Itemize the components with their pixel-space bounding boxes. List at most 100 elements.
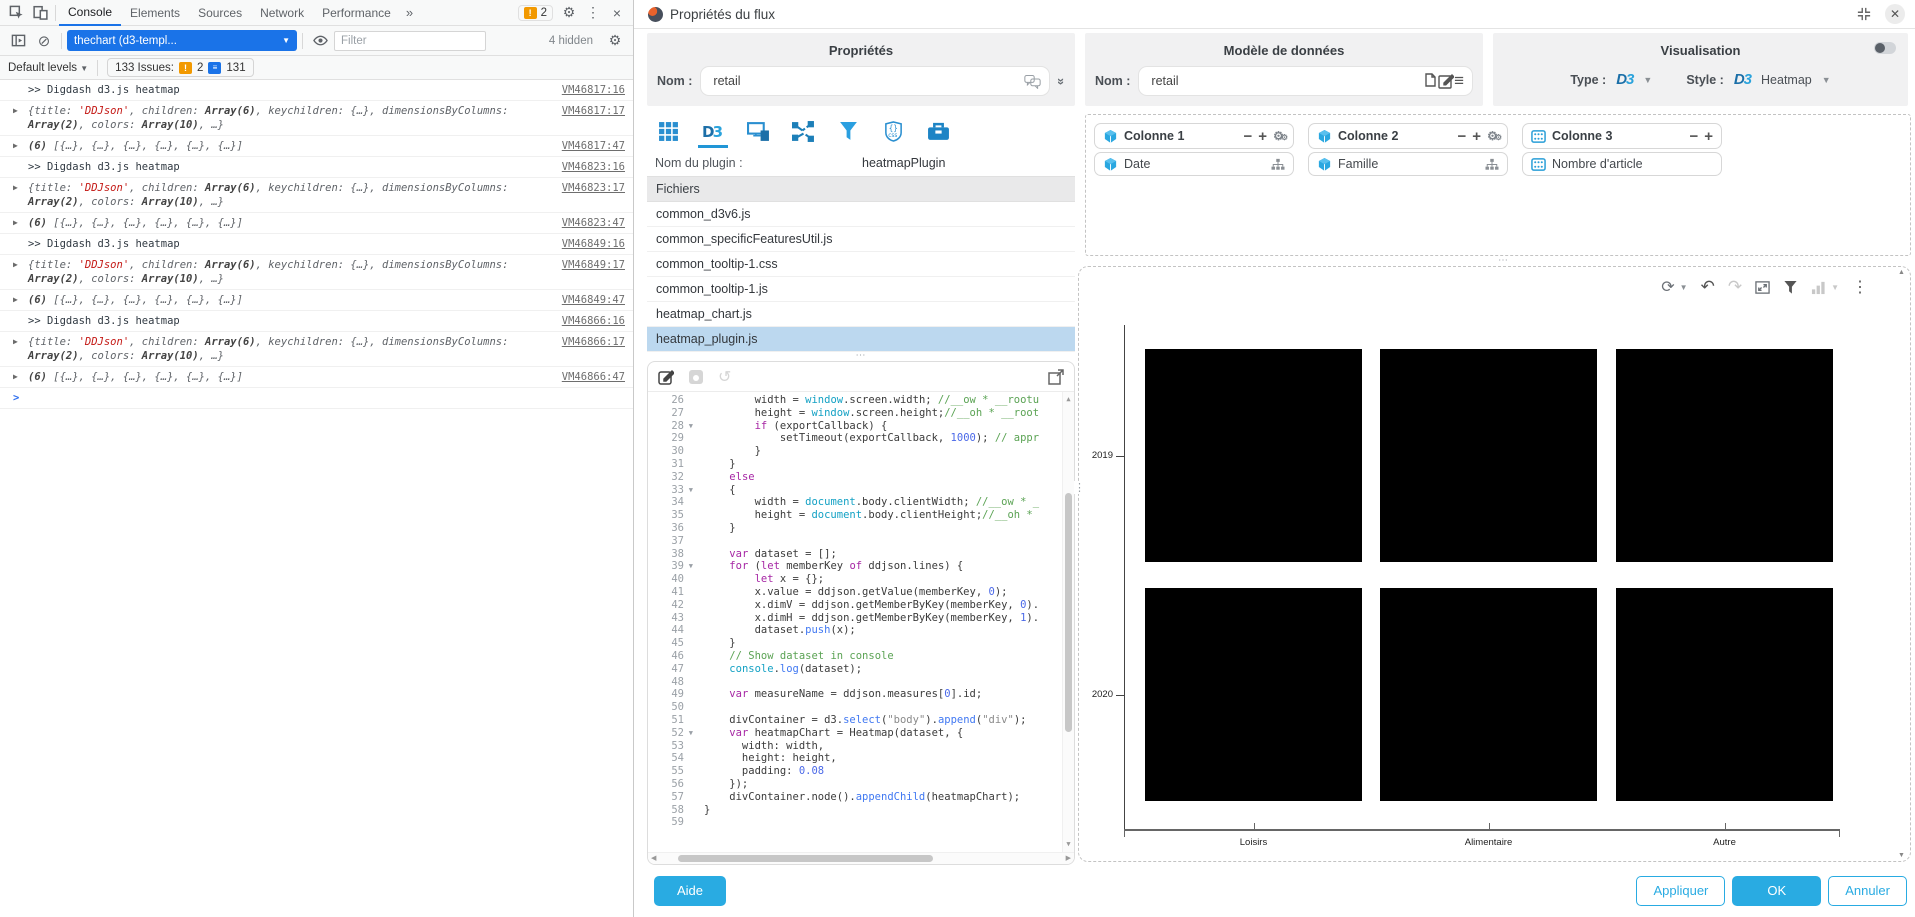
console-source-link[interactable]: VM46866:47 xyxy=(562,370,625,384)
open-in-window-icon[interactable] xyxy=(1048,369,1064,385)
console-source-link[interactable]: VM46823:47 xyxy=(562,216,625,230)
expand-more-icon[interactable]: » xyxy=(1054,77,1069,84)
cancel-button[interactable]: Annuler xyxy=(1828,876,1907,906)
issues-counter[interactable]: 133 Issues: ! 2 ≡ 131 xyxy=(107,58,253,77)
edit-code-icon[interactable] xyxy=(658,369,674,385)
heatmap-cell-2020-Alimentaire[interactable] xyxy=(1380,588,1597,801)
column-header[interactable]: Colonne 1−+⚙⚙ xyxy=(1094,123,1294,149)
console-source-link[interactable]: VM46823:16 xyxy=(562,160,625,174)
column-field[interactable]: Date xyxy=(1094,152,1294,176)
resize-handle[interactable]: ⋯ xyxy=(1498,257,1509,266)
console-source-link[interactable]: VM46817:47 xyxy=(562,139,625,153)
devtools-close-icon[interactable]: × xyxy=(605,2,629,24)
column-settings-icon[interactable]: ⚙⚙ xyxy=(1273,129,1285,143)
console-settings-icon[interactable]: ⚙ xyxy=(603,30,627,52)
file-item[interactable]: heatmap_plugin.js xyxy=(647,327,1075,352)
collapse-window-icon[interactable] xyxy=(1857,7,1871,21)
expand-triangle-icon[interactable]: ▶ xyxy=(13,293,18,307)
chevron-down-icon[interactable]: ▼ xyxy=(1643,75,1652,85)
console-source-link[interactable]: VM46849:17 xyxy=(562,258,625,272)
console-source-link[interactable]: VM46849:47 xyxy=(562,293,625,307)
tab-toolbox-icon[interactable] xyxy=(923,118,953,148)
expand-triangle-icon[interactable]: ▶ xyxy=(13,370,18,384)
devtools-tab-console[interactable]: Console xyxy=(59,0,121,26)
eye-icon[interactable] xyxy=(308,30,332,52)
console-source-link[interactable]: VM46817:16 xyxy=(562,83,625,97)
expand-triangle-icon[interactable]: ▶ xyxy=(13,216,18,230)
resize-handle[interactable]: ⋯ xyxy=(647,352,1075,361)
column-settings-icon[interactable]: ⚙⚙ xyxy=(1487,129,1499,143)
clear-console-icon[interactable]: ⊘ xyxy=(32,30,56,52)
devtools-tab-network[interactable]: Network xyxy=(251,0,313,26)
add-column-button[interactable]: + xyxy=(1472,129,1481,144)
tab-display-icon[interactable] xyxy=(743,118,773,148)
file-item[interactable]: common_tooltip-1.css xyxy=(647,252,1075,277)
devtools-tab-performance[interactable]: Performance xyxy=(313,0,400,26)
add-column-button[interactable]: + xyxy=(1258,129,1267,144)
file-item[interactable]: common_specificFeaturesUtil.js xyxy=(647,227,1075,252)
d3-type-icon[interactable]: D3 xyxy=(1616,71,1633,88)
expand-triangle-icon[interactable]: ▶ xyxy=(13,258,18,272)
heatmap-cell-2019-Autre[interactable] xyxy=(1616,349,1833,562)
tab-filter-icon[interactable] xyxy=(833,118,863,148)
translate-icon[interactable] xyxy=(1024,74,1041,89)
console-source-link[interactable]: VM46849:16 xyxy=(562,237,625,251)
close-window-icon[interactable]: ✕ xyxy=(1885,4,1905,24)
hierarchy-icon[interactable] xyxy=(1271,158,1285,171)
remove-column-button[interactable]: − xyxy=(1458,129,1467,144)
help-button[interactable]: Aide xyxy=(654,876,726,906)
editor-horizontal-scrollbar[interactable]: ◀ ▶ xyxy=(648,852,1074,864)
heatmap-cell-2020-Autre[interactable] xyxy=(1616,588,1833,801)
file-item[interactable]: common_tooltip-1.js xyxy=(647,277,1075,302)
model-name-input[interactable]: retail ≡ xyxy=(1138,66,1473,96)
copy-model-icon[interactable] xyxy=(1422,73,1438,89)
remove-column-button[interactable]: − xyxy=(1689,129,1698,144)
hierarchy-icon[interactable] xyxy=(1485,158,1499,171)
apply-button[interactable]: Appliquer xyxy=(1636,876,1725,906)
expand-triangle-icon[interactable]: ▶ xyxy=(13,335,18,349)
console-sidebar-icon[interactable] xyxy=(6,30,30,52)
heatmap-cell-2019-Loisirs[interactable] xyxy=(1145,349,1362,562)
tab-css-icon[interactable]: {}css xyxy=(878,118,908,148)
tab-data-grid-icon[interactable] xyxy=(653,118,683,148)
log-levels-dropdown[interactable]: Default levels ▼ xyxy=(8,62,88,74)
console-source-link[interactable]: VM46823:17 xyxy=(562,181,625,195)
editor-source[interactable]: width = window.screen.width; //__ow * __… xyxy=(688,392,1062,852)
flow-name-input[interactable]: retail xyxy=(700,66,1049,96)
column-field[interactable]: Famille xyxy=(1308,152,1508,176)
chevron-down-icon[interactable]: ▼ xyxy=(1822,75,1831,85)
devtools-tab-sources[interactable]: Sources xyxy=(189,0,251,26)
console-source-link[interactable]: VM46866:16 xyxy=(562,314,625,328)
more-tabs-icon[interactable]: » xyxy=(400,5,419,20)
column-header[interactable]: Colonne 2−+⚙⚙ xyxy=(1308,123,1508,149)
editor-vertical-scrollbar[interactable]: ▲ ▼ xyxy=(1062,392,1074,852)
edit-model-icon[interactable] xyxy=(1438,73,1454,89)
ok-button[interactable]: OK xyxy=(1732,876,1821,906)
issues-badge[interactable]: ! 2 xyxy=(518,5,553,21)
visualisation-toggle[interactable] xyxy=(1874,42,1896,54)
devtools-tab-elements[interactable]: Elements xyxy=(121,0,189,26)
device-toolbar-icon[interactable] xyxy=(28,2,52,24)
file-item[interactable]: heatmap_chart.js xyxy=(647,302,1075,327)
expand-triangle-icon[interactable]: ▶ xyxy=(13,139,18,153)
expand-triangle-icon[interactable]: ▶ xyxy=(13,181,18,195)
inspect-element-icon[interactable] xyxy=(4,2,28,24)
add-column-button[interactable]: + xyxy=(1704,129,1713,144)
column-header[interactable]: Colonne 3−+ xyxy=(1522,123,1722,149)
preview-scrollbar[interactable]: ▲▼ xyxy=(1897,269,1907,859)
heatmap-cell-2020-Loisirs[interactable] xyxy=(1145,588,1362,801)
remove-column-button[interactable]: − xyxy=(1244,129,1253,144)
tab-interactions-icon[interactable] xyxy=(788,118,818,148)
devtools-menu-icon[interactable]: ⋮ xyxy=(581,2,605,24)
file-item[interactable]: common_d3v6.js xyxy=(647,202,1075,227)
column-field[interactable]: Nombre d'article xyxy=(1522,152,1722,176)
console-source-link[interactable]: VM46817:17 xyxy=(562,104,625,118)
devtools-settings-icon[interactable]: ⚙ xyxy=(557,2,581,24)
javascript-context-selector[interactable]: thechart (d3-templ... ▼ xyxy=(67,30,297,51)
heatmap-cell-2019-Alimentaire[interactable] xyxy=(1380,349,1597,562)
model-menu-icon[interactable]: ≡ xyxy=(1454,71,1464,91)
tab-d3-plugin-icon[interactable]: D3 xyxy=(698,118,728,148)
expand-triangle-icon[interactable]: ▶ xyxy=(13,104,18,118)
console-source-link[interactable]: VM46866:17 xyxy=(562,335,625,349)
console-filter-input[interactable] xyxy=(334,31,486,51)
